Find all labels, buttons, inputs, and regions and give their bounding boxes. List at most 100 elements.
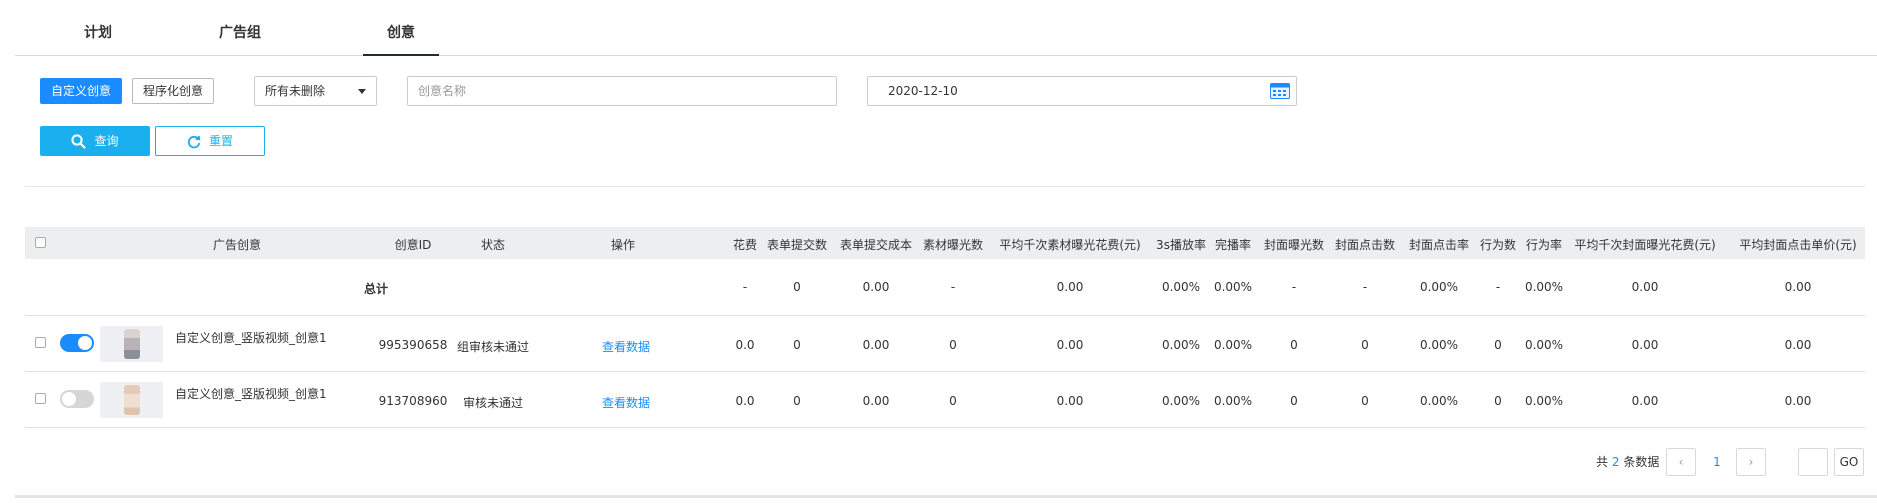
go-button[interactable]: GO [1834,448,1864,476]
creative-name-input[interactable]: 创意名称 [407,76,837,106]
table-cell: - [742,280,748,294]
table-cell: 0.00 [1056,338,1084,352]
table-cell: - [950,280,956,294]
table-cell: 0.00 [862,280,890,294]
search-icon [71,134,87,149]
creative-thumbnail[interactable] [100,326,163,362]
table-cell: 0.00% [1419,280,1459,294]
table-cell: 0 [793,280,801,294]
programmatic-creative-button[interactable]: 程序化创意 [132,78,214,104]
col-header: 完播率 [1214,238,1252,252]
table-cell: 0 [949,338,957,352]
col-header: 素材曝光数 [922,238,984,252]
tab-plan[interactable]: 计划 [63,22,133,56]
col-header: 平均千次封面曝光花费(元) [1574,238,1716,252]
creative-name: 自定义创意_竖版视频_创意1 [175,387,327,401]
page-jump-input[interactable] [1798,448,1828,476]
col-header: 封面曝光数 [1263,238,1325,252]
table-cell: 0.00% [1213,394,1253,408]
creative-id: 913708960 [378,394,448,408]
enable-toggle[interactable] [60,334,94,352]
table-row: 自定义创意_竖版视频_创意1 995390658 组审核未通过 查看数据 0.0… [25,316,1865,372]
table-cell: 0.00% [1524,280,1564,294]
table-cell: 0.00 [1784,338,1812,352]
total-label: 总计 [363,282,389,296]
col-header: 平均千次素材曝光花费(元) [999,238,1141,252]
prev-page-button[interactable]: ‹ [1666,448,1696,476]
table-cell: 0.00 [1631,394,1659,408]
col-header: 创意ID [394,238,432,252]
col-header: 3s播放率 [1156,238,1206,252]
col-header: 平均封面点击单价(元) [1739,238,1857,252]
view-data-link[interactable]: 查看数据 [602,394,650,411]
table-cell: 0 [1290,394,1298,408]
status-text: 审核未通过 [462,396,524,410]
col-header: 封面点击数 [1334,238,1396,252]
next-page-button[interactable]: › [1736,448,1766,476]
creative-name: 自定义创意_竖版视频_创意1 [175,331,327,345]
table-header: 广告创意 创意ID 状态 操作 花费 表单提交数 表单提交成本 素材曝光数 平均… [25,227,1865,259]
table-cell: 0 [1361,338,1369,352]
table-cell: 0 [793,394,801,408]
col-header: 广告创意 [212,238,262,252]
table-cell: 0.00 [862,338,890,352]
table-total-row: 总计 - 0 0.00 - 0.00 0.00% 0.00% - - 0.00%… [25,259,1865,316]
query-label: 查询 [94,134,119,148]
query-button[interactable]: 查询 [40,126,150,156]
creative-thumbnail[interactable] [100,382,163,418]
reset-button[interactable]: 重置 [155,126,265,156]
table-cell: 0 [793,338,801,352]
col-header: 状态 [480,238,506,252]
col-header: 操作 [610,238,636,252]
status-select[interactable]: 所有未删除 [254,76,377,106]
chevron-left-icon: ‹ [1678,455,1684,469]
table-cell: 0.00 [1056,280,1084,294]
table-cell: 0.00 [1784,394,1812,408]
col-header: 行为率 [1525,238,1563,252]
pagination-prefix: 共 [1596,455,1609,469]
pagination-summary: 共 2 条数据 [1596,448,1659,476]
date-value: 2020-12-10 [888,84,958,98]
col-header: 封面点击率 [1408,238,1470,252]
calendar-icon[interactable] [1270,83,1290,99]
page-number-1[interactable]: 1 [1711,448,1723,476]
table-cell: 0.00 [862,394,890,408]
view-data-link[interactable]: 查看数据 [602,338,650,355]
row-checkbox[interactable] [35,393,46,404]
table-cell: 0.00% [1419,338,1459,352]
table-cell: - [1291,280,1297,294]
row-checkbox[interactable] [35,337,46,348]
table-cell: 0 [1494,338,1502,352]
date-picker-input[interactable]: 2020-12-10 [867,76,1297,106]
creative-id: 995390658 [378,338,448,352]
table-cell: 0.00% [1213,338,1253,352]
table-cell: 0.0 [735,338,755,352]
table-cell: 0.00% [1161,338,1201,352]
reset-label: 重置 [208,134,233,148]
select-all-checkbox[interactable] [35,237,46,248]
table-cell: 0.00 [1784,280,1812,294]
col-header: 表单提交数 [766,238,828,252]
table-cell: 0 [1494,394,1502,408]
table-cell: - [1495,280,1501,294]
table-cell: 0.00% [1419,394,1459,408]
tab-creative[interactable]: 创意 [363,22,439,56]
col-header: 花费 [732,238,758,252]
section-divider [25,186,1865,187]
table-cell: 0.00 [1631,338,1659,352]
enable-toggle[interactable] [60,390,94,408]
table-cell: 0.0 [735,394,755,408]
table-cell: 0.00% [1524,338,1564,352]
col-header: 表单提交成本 [839,238,913,252]
table-cell: - [1362,280,1368,294]
table-cell: 0 [1361,394,1369,408]
pagination-count: 2 [1611,455,1620,469]
table-cell: 0.00 [1631,280,1659,294]
pagination-suffix: 条数据 [1623,455,1660,469]
table-cell: 0 [949,394,957,408]
table-cell: 0.00% [1524,394,1564,408]
status-select-value: 所有未删除 [265,84,326,98]
custom-creative-button[interactable]: 自定义创意 [40,78,122,104]
tab-ad-group[interactable]: 广告组 [200,22,280,56]
col-header: 行为数 [1479,238,1517,252]
